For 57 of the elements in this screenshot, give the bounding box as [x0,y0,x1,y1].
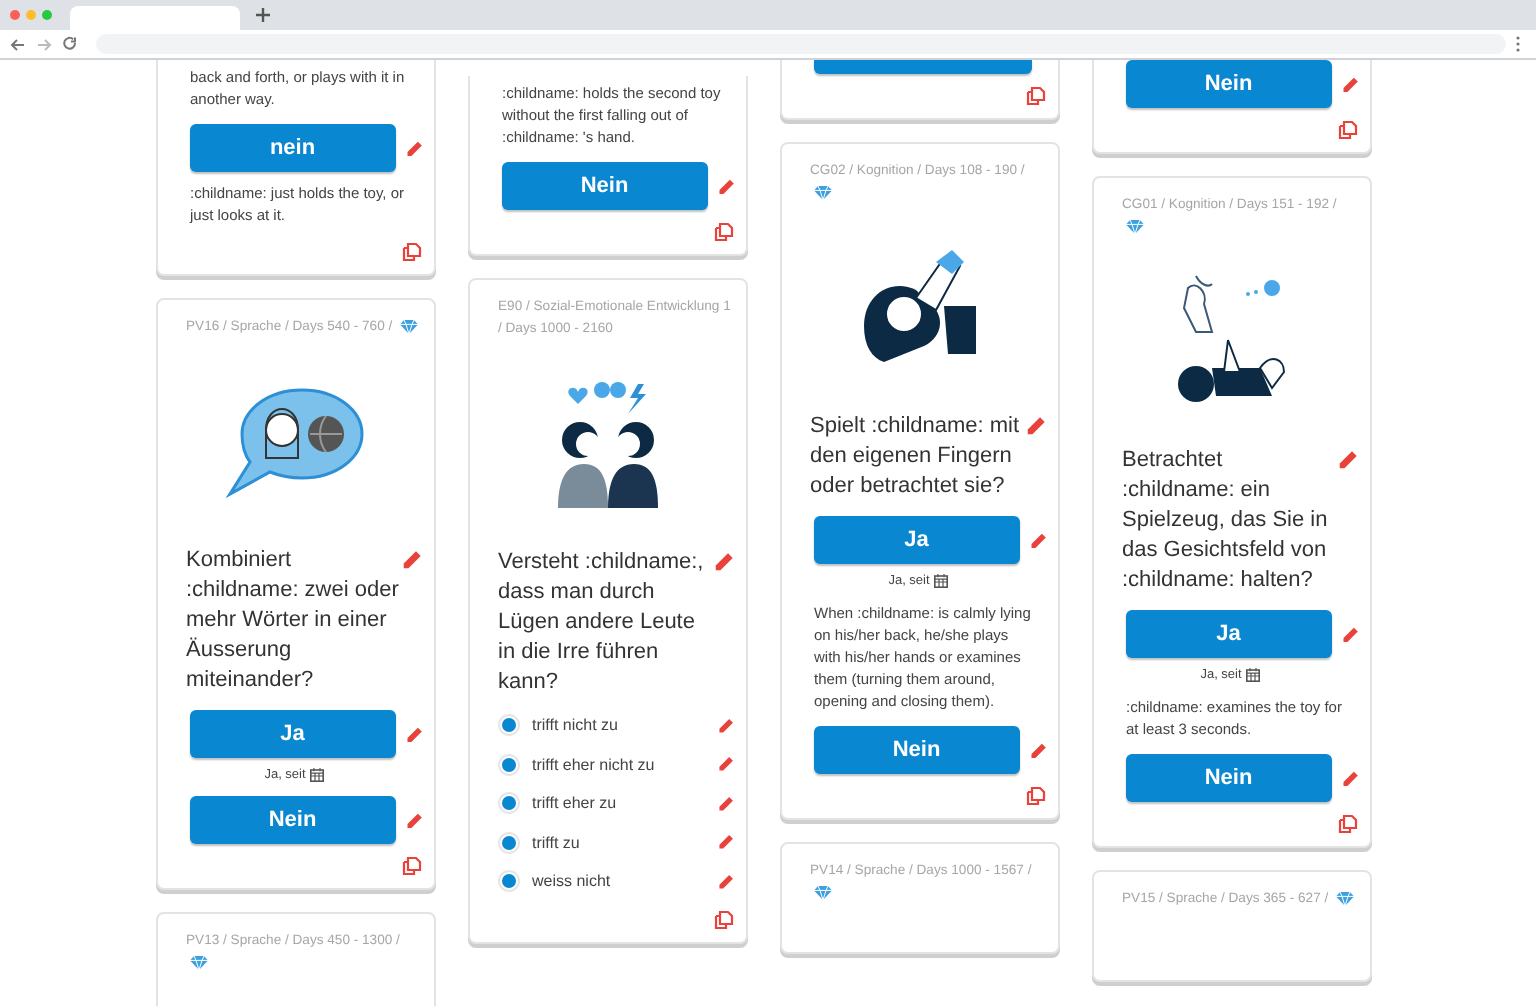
pencil-icon[interactable] [405,139,422,157]
option-label[interactable]: trifft eher nicht zu [532,755,706,774]
new-tab-icon[interactable] [256,8,270,22]
copy-icon[interactable] [402,856,422,876]
calendar-icon[interactable] [1245,668,1260,682]
pencil-icon[interactable] [718,795,734,812]
pencil-icon[interactable] [1029,531,1046,549]
copy-icon[interactable] [1026,86,1046,106]
pencil-icon[interactable] [717,177,734,195]
pencil-icon[interactable] [1341,769,1358,787]
copy-icon[interactable] [1338,814,1358,834]
copy-icon[interactable] [402,242,422,262]
copy-icon[interactable] [1026,786,1046,806]
radio-button[interactable] [498,831,520,854]
radio-button[interactable] [498,870,520,893]
pencil-icon[interactable] [1341,625,1358,643]
pencil-icon[interactable] [718,717,734,734]
pencil-icon[interactable] [718,834,734,851]
pencil-icon[interactable] [1341,75,1358,93]
pencil-icon[interactable] [402,550,422,570]
pencil-icon[interactable] [405,725,422,743]
answer-button[interactable]: Ja [190,710,396,758]
back-icon[interactable] [10,37,26,51]
option-label[interactable]: trifft eher zu [532,794,706,813]
copy-icon[interactable] [714,222,734,242]
option-label[interactable]: trifft nicht zu [532,716,706,735]
pencil-icon[interactable] [718,756,734,773]
question-text: Versteht :childname:, dass man durch Lügen andere Leute in die Irre führen kann? [498,548,706,698]
answer-button[interactable]: Ja [1126,610,1332,658]
calendar-icon[interactable] [309,768,324,782]
radio-button[interactable] [498,714,520,737]
answer-button[interactable]: Nein [190,796,396,844]
copy-icon[interactable] [1338,120,1358,140]
pencil-icon[interactable] [718,873,734,890]
answer-button[interactable]: Nein [502,162,708,210]
option-label[interactable]: weiss nicht [532,872,706,891]
radio-button[interactable] [498,753,520,776]
answer-button[interactable]: Nein [814,726,1020,774]
pencil-icon[interactable] [1026,416,1046,436]
question-text: Kombiniert :childname: zwei oder mehr Wörter in einer Äusserung miteinander? [186,546,401,696]
pencil-icon[interactable] [405,811,422,829]
answer-button[interactable]: Ja [814,516,1020,564]
reload-icon[interactable] [62,36,78,52]
pencil-icon[interactable] [1029,741,1046,759]
radio-button[interactable] [498,792,520,815]
calendar-icon[interactable] [933,574,948,588]
close-window-icon[interactable] [10,10,20,20]
question-text: Spielt :childname: mit den eigenen Fingern oder betrachtet sie? [810,412,1022,502]
answer-button[interactable]: Nein [1126,60,1332,108]
pencil-icon[interactable] [1338,450,1358,470]
answer-button[interactable]: nein [190,124,396,172]
answer-button[interactable]: Nein [1126,754,1332,802]
pencil-icon[interactable] [714,552,734,572]
question-text: Betrachtet :childname: ein Spielzeug, das Sie in das Gesichtsfeld von :childname: halten? [1122,446,1330,596]
option-label[interactable]: trifft zu [532,833,706,852]
copy-icon[interactable] [714,909,734,929]
speech-bubble-drawing [226,386,366,498]
